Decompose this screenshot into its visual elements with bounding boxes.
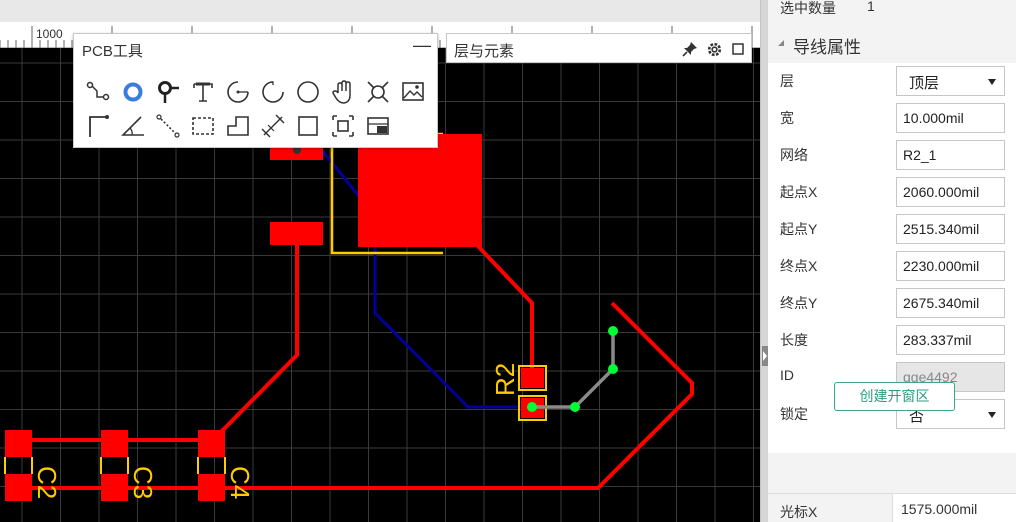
trace-tool-icon[interactable] (84, 112, 112, 140)
pcb-tools-title: PCB工具 (82, 43, 143, 60)
prop-label: 起点Y (780, 221, 818, 237)
via-tool-icon[interactable] (119, 78, 147, 106)
top-tab-strip (0, 0, 760, 22)
collapse-triangle-icon (778, 40, 784, 46)
dropdown-arrow-icon (988, 412, 996, 418)
prop-row-width: 宽 10.000mil (768, 100, 1016, 137)
wire-handle-mid[interactable] (570, 402, 580, 412)
pad-large[interactable] (358, 134, 482, 247)
c3-designator: C3 (128, 466, 158, 499)
start-y-input[interactable]: 2515.340mil (896, 214, 1005, 244)
prop-row-start-y: 起点Y 2515.340mil (768, 211, 1016, 248)
cursor-x-label: 光标X (780, 504, 818, 520)
wire-handle-bend[interactable] (608, 364, 618, 374)
arc-center-tool-icon[interactable] (224, 78, 252, 106)
c4-designator: C4 (225, 466, 255, 499)
c3-pad-1[interactable] (101, 430, 128, 457)
prop-label: 网络 (780, 147, 808, 163)
maximize-icon[interactable] (729, 40, 747, 58)
c2-pad-1[interactable] (5, 430, 32, 457)
section-title: 导线属性 (793, 38, 861, 57)
arc-tool-icon[interactable] (259, 78, 287, 106)
dimension-tool-icon[interactable] (259, 112, 287, 140)
panel-splitter[interactable] (760, 0, 768, 522)
wire-tool-icon[interactable] (84, 78, 112, 106)
cursor-x-value: 1575.000mil (892, 494, 1016, 522)
selected-count-value: 1 (867, 0, 875, 14)
wire-handle-start[interactable] (527, 402, 537, 412)
c4-pad-2[interactable] (198, 474, 225, 501)
prop-row-start-x: 起点X 2060.000mil (768, 174, 1016, 211)
prop-label: 终点Y (780, 295, 818, 311)
pad-tool-icon[interactable] (154, 78, 182, 106)
component-tool-icon[interactable] (329, 112, 357, 140)
prop-row-net: 网络 R2_1 (768, 137, 1016, 174)
end-y-input[interactable]: 2675.340mil (896, 288, 1005, 318)
wire-properties-header[interactable]: 导线属性 (768, 27, 1016, 61)
pad-mid-left[interactable] (270, 222, 323, 245)
prop-row-end-y: 终点Y 2675.340mil (768, 285, 1016, 322)
prop-label: 起点X (780, 184, 818, 200)
dropdown-arrow-icon (988, 79, 996, 85)
ruler-label: 1000 (36, 27, 63, 41)
end-x-input[interactable]: 2230.000mil (896, 251, 1005, 281)
c2-designator: C2 (32, 466, 62, 499)
length-input[interactable]: 283.337mil (896, 325, 1005, 355)
image-tool-icon[interactable] (399, 78, 427, 106)
prop-label: 层 (780, 73, 794, 89)
circle-tool-icon[interactable] (294, 78, 322, 106)
pin-icon[interactable] (681, 40, 699, 58)
r2-designator: R2 (490, 363, 520, 396)
c2-pad-2[interactable] (5, 474, 32, 501)
rectangle-tool-icon[interactable] (294, 112, 322, 140)
c3-pad-2[interactable] (101, 474, 128, 501)
prop-label: 锁定 (780, 406, 808, 422)
selected-count-row: 选中数量 1 (768, 0, 1016, 22)
properties-panel: 选中数量 1 导线属性 层 顶层 宽 10.000mil 网络 R2_1 起点X… (768, 0, 1016, 522)
copper-area-tool-icon[interactable] (364, 112, 392, 140)
prop-label: 终点X (780, 258, 818, 274)
r2-pad-1[interactable] (521, 368, 544, 388)
dotted-line-tool-icon[interactable] (154, 112, 182, 140)
dashed-rect-tool-icon[interactable] (189, 112, 217, 140)
text-tool-icon[interactable] (189, 78, 217, 106)
layers-panel-title: 层与元素 (454, 43, 515, 60)
create-solder-mask-opening-button[interactable]: 创建开窗区 (834, 382, 955, 411)
width-input[interactable]: 10.000mil (896, 103, 1005, 133)
pcb-canvas-area[interactable]: 1000 R2 C2 C3 C4 PCB工具 — 层与元素 (0, 0, 760, 522)
prop-label: 长度 (780, 332, 808, 348)
prop-row-length: 长度 283.337mil (768, 322, 1016, 359)
pcb-tools-panel: PCB工具 — (73, 33, 438, 148)
pcb-editor-app: 1000 R2 C2 C3 C4 PCB工具 — 层与元素 选中数量 1 导线属… (0, 0, 1016, 522)
cursor-x-row: 光标X 1575.000mil (768, 493, 1016, 522)
polygon-tool-icon[interactable] (224, 112, 252, 140)
c4-pad-1[interactable] (198, 430, 225, 457)
prop-label: ID (780, 367, 794, 383)
net-input[interactable]: R2_1 (896, 140, 1005, 170)
prop-row-end-x: 终点X 2230.000mil (768, 248, 1016, 285)
layers-elements-panel: 层与元素 (446, 33, 752, 63)
gear-icon[interactable] (705, 40, 723, 58)
minimize-button[interactable]: — (413, 35, 431, 56)
angle-tool-icon[interactable] (119, 112, 147, 140)
prop-label: 宽 (780, 110, 794, 126)
pan-hand-icon[interactable] (329, 78, 357, 106)
prop-row-layer: 层 顶层 (768, 63, 1016, 100)
layer-select[interactable]: 顶层 (896, 66, 1005, 96)
measure-tool-icon[interactable] (364, 78, 392, 106)
selected-count-label: 选中数量 (780, 0, 836, 16)
wire-handle-end[interactable] (608, 326, 618, 336)
start-x-input[interactable]: 2060.000mil (896, 177, 1005, 207)
